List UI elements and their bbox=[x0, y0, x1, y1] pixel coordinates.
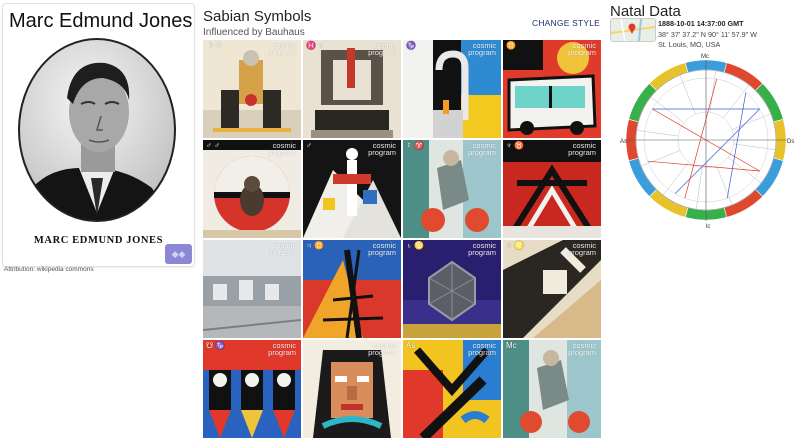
sabian-tile[interactable]: cosmic program bbox=[303, 340, 401, 438]
birth-coordinates: 38° 37' 37.2" N 90° 11' 57.9" W bbox=[658, 30, 757, 39]
sabian-tile[interactable]: ♓ ♀ cosmic program bbox=[303, 40, 401, 138]
tile-glyph: ☋ ♑ bbox=[206, 341, 226, 350]
sabian-tile[interactable]: ☽ ☉ cosmic program bbox=[203, 40, 301, 138]
tile-watermark: cosmic program bbox=[368, 241, 396, 257]
tile-glyph: Mc bbox=[506, 341, 517, 350]
tile-glyph: ♂ ♂ bbox=[206, 141, 221, 150]
sabian-tile[interactable]: ♃ ♊ cosmic program bbox=[303, 240, 401, 338]
profile-name: Marc Edmund Jones bbox=[9, 10, 193, 32]
tile-watermark: cosmic program bbox=[468, 41, 496, 57]
wheel-label-ic: Ic bbox=[706, 224, 711, 229]
tile-glyph: ♆ ♉ bbox=[506, 141, 525, 150]
sabian-tile[interactable]: cosmic program bbox=[203, 240, 301, 338]
tile-watermark: cosmic program bbox=[568, 341, 596, 357]
map-thumbnail[interactable] bbox=[610, 18, 656, 42]
tile-watermark: cosmic program bbox=[568, 241, 596, 257]
wheel-label-mc: Mc bbox=[701, 54, 709, 60]
tile-glyph: ♄ ♋ bbox=[406, 241, 425, 250]
tile-watermark: cosmic program bbox=[368, 141, 396, 157]
sabian-tile[interactable]: Mc cosmic program bbox=[503, 340, 601, 438]
tile-watermark: cosmic program bbox=[268, 241, 296, 257]
tile-watermark: cosmic program bbox=[468, 141, 496, 157]
sabian-tile[interactable]: ♑ cosmic program bbox=[403, 40, 501, 138]
grid-action-button[interactable]: ◆◆ bbox=[165, 244, 192, 264]
tile-watermark: cosmic program bbox=[268, 41, 296, 57]
tile-glyph: ♃ ♊ bbox=[306, 241, 325, 250]
sabian-tile[interactable]: ♅ ♌ cosmic program bbox=[503, 240, 601, 338]
change-style-link[interactable]: CHANGE STYLE bbox=[532, 18, 600, 28]
tile-glyph: ♑ bbox=[406, 41, 416, 50]
profile-card: Marc Edmund Jones MARC EDMUND JONES ◆◆ bbox=[2, 3, 195, 267]
tile-watermark: cosmic program bbox=[568, 141, 596, 157]
sabian-tile[interactable]: ♂ cosmic program bbox=[303, 140, 401, 238]
sabian-tile[interactable]: As cosmic program bbox=[403, 340, 501, 438]
tile-glyph: ♅ ♌ bbox=[506, 241, 525, 250]
sabian-tile[interactable]: ☋ ♑ cosmic program bbox=[203, 340, 301, 438]
grid-icon: ◆◆ bbox=[171, 249, 186, 259]
sabian-tile[interactable]: ♊ cosmic program bbox=[503, 40, 601, 138]
tile-watermark: cosmic program bbox=[268, 141, 296, 157]
tile-glyph: ♊ bbox=[506, 41, 516, 50]
tile-glyph: ☿ ♈ bbox=[406, 141, 425, 150]
sabian-title: Sabian Symbols bbox=[203, 8, 312, 25]
tile-watermark: cosmic program bbox=[468, 341, 496, 357]
tile-watermark: cosmic program bbox=[368, 41, 396, 57]
tile-glyph: ♓ ♀ bbox=[306, 41, 325, 50]
birth-place: St. Louis, MO, USA bbox=[658, 40, 721, 49]
tile-glyph: ♂ bbox=[306, 141, 312, 150]
sabian-tile[interactable]: ♆ ♉ cosmic program bbox=[503, 140, 601, 238]
birth-datetime: 1888-10-01 14:37:00 GMT bbox=[658, 19, 744, 28]
sabian-tile[interactable]: ♄ ♋ cosmic program bbox=[403, 240, 501, 338]
portrait-image bbox=[18, 38, 176, 222]
sabian-grid: ☽ ☉ cosmic program ♓ ♀ cosmic program ♑ co… bbox=[203, 40, 601, 438]
tile-watermark: cosmic program bbox=[268, 341, 296, 357]
sabian-tile[interactable]: ♂ ♂ cosmic program bbox=[203, 140, 301, 238]
tile-glyph: ☽ ☉ bbox=[206, 41, 223, 50]
sabian-tile[interactable]: ☿ ♈ cosmic program bbox=[403, 140, 501, 238]
tile-glyph: As bbox=[406, 341, 416, 350]
natal-chart-wheel[interactable]: Mc Ic As Ds bbox=[617, 51, 795, 229]
tile-watermark: cosmic program bbox=[568, 41, 596, 57]
tile-watermark: cosmic program bbox=[468, 241, 496, 257]
sabian-subtitle: Influenced by Bauhaus bbox=[203, 27, 305, 38]
tile-watermark: cosmic program bbox=[368, 341, 396, 357]
attribution-text: Attribution: wikipedia commons bbox=[4, 266, 94, 273]
wheel-label-ds: Ds bbox=[787, 139, 794, 145]
